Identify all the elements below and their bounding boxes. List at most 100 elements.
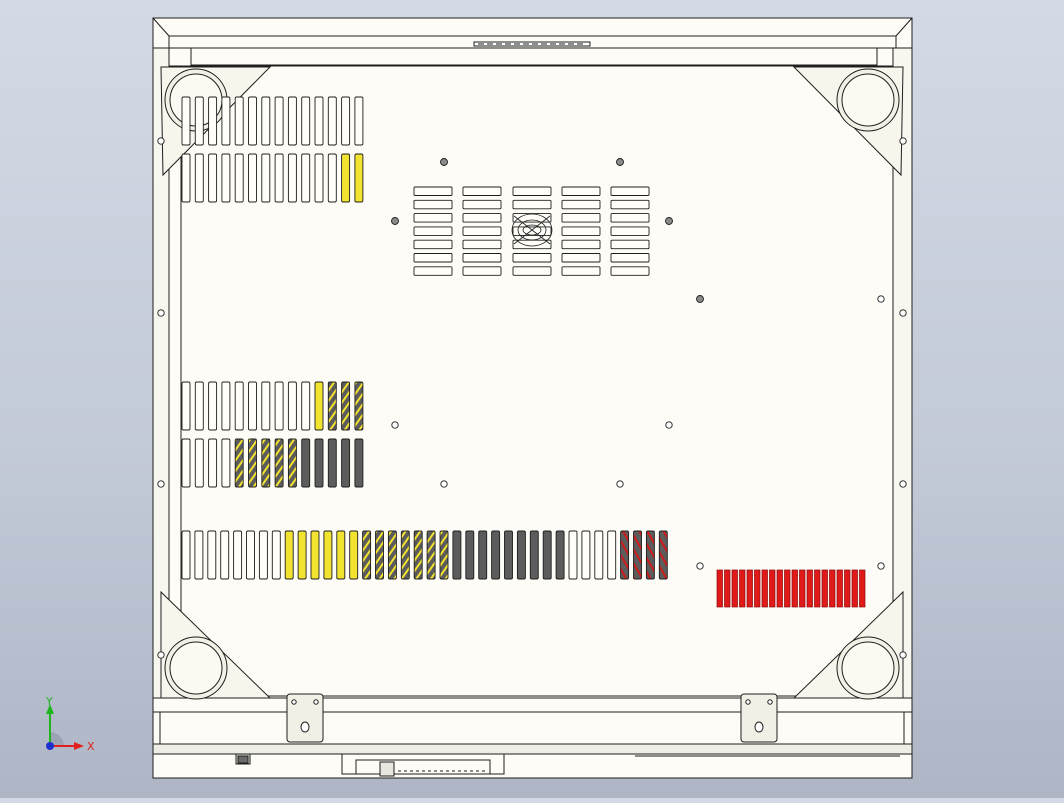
screw-hole: [877, 562, 885, 570]
vent-bottom-long-slot: [349, 530, 359, 580]
screw-hole: [440, 158, 448, 166]
vent-bottom-long-slot: [310, 530, 320, 580]
vent-mid-left-lower-slot: [274, 438, 284, 488]
vent-top-left-upper-slot: [181, 96, 191, 146]
fan-grille-slot: [610, 266, 650, 276]
vent-top-left-lower-slot: [274, 153, 284, 203]
screw-hole: [391, 217, 399, 225]
vent-top-left-upper-slot: [327, 96, 337, 146]
vent-red-grille-slot: [746, 569, 753, 608]
vent-bottom-long-slot: [233, 530, 243, 580]
vent-bottom-long-slot: [284, 530, 294, 580]
vent-top-left-upper-slot: [354, 96, 364, 146]
vent-top-left-upper-slot: [341, 96, 351, 146]
vent-top-left-upper-slot: [314, 96, 324, 146]
vent-red-grille-slot: [716, 569, 723, 608]
vent-top-left-lower-slot: [287, 153, 297, 203]
fan-grille-slot: [561, 253, 601, 263]
fan-grille-slot: [610, 226, 650, 236]
vent-bottom-long-slot: [297, 530, 307, 580]
vent-bottom-long-slot: [181, 530, 191, 580]
vent-top-left-upper-slot: [234, 96, 244, 146]
hinge-bracket-right-hole: [745, 699, 751, 705]
vent-bottom-long-slot: [633, 530, 642, 580]
hinge-bracket-right: [740, 693, 778, 743]
vent-mid-left-upper-slot: [234, 381, 244, 431]
vent-bottom-long-slot: [271, 530, 281, 580]
vent-bottom-long-slot: [542, 530, 552, 580]
vent-top-left-upper-slot: [261, 96, 271, 146]
vent-bottom-long-slot: [658, 530, 668, 580]
hinge-bracket-right-hole: [767, 699, 773, 705]
coordinate-triad: Y X: [45, 696, 95, 753]
screw-hole: [899, 651, 907, 659]
vent-top-left-lower-slot: [248, 153, 257, 203]
vent-top-left-lower-slot: [261, 153, 271, 203]
vent-bottom-long-slot: [413, 530, 423, 580]
vent-bottom-long-slot: [555, 530, 565, 580]
vent-top-left-lower-slot: [327, 153, 337, 203]
z-axis-origin: [46, 742, 54, 750]
chassis-model: [152, 17, 913, 779]
vent-red-grille-slot: [784, 569, 791, 608]
vent-mid-left-upper-slot: [181, 381, 191, 431]
vent-bottom-long-slot: [220, 530, 230, 580]
vent-mid-left-upper-slot: [274, 381, 284, 431]
screw-hole: [696, 295, 704, 303]
top-rail: [190, 47, 878, 66]
screw-hole: [696, 562, 704, 570]
vent-mid-left-lower-slot: [301, 438, 311, 488]
vent-top-left-upper-slot: [287, 96, 297, 146]
vent-mid-left-lower-slot: [194, 438, 204, 488]
vent-top-left-upper-slot: [301, 96, 311, 146]
x-axis-arrow: [74, 742, 84, 750]
cad-viewport[interactable]: Y X: [0, 0, 1064, 798]
vent-top-left-upper-slot: [274, 96, 284, 146]
vent-bottom-long-slot: [323, 530, 333, 580]
fan-grille-slot: [610, 239, 650, 250]
screw-hole: [391, 421, 399, 429]
fan-grille-slot: [413, 266, 453, 276]
vent-bottom-long-slot: [529, 530, 539, 580]
foot-bottom-left-pad-inner: [169, 641, 223, 695]
vent-mid-left-upper-slot: [301, 381, 311, 431]
vent-mid-left-lower-slot: [208, 438, 218, 488]
vent-red-grille-slot: [731, 569, 738, 608]
vent-red-grille-slot: [851, 569, 858, 608]
foot-bottom-right-pad-inner: [841, 641, 895, 695]
hinge-bracket-left-slot: [300, 721, 310, 733]
fan-grille-slot: [561, 213, 601, 223]
fan-grille-slot: [610, 186, 650, 196]
fan-grille-slot: [512, 186, 552, 196]
vent-top-left-upper-slot: [194, 96, 204, 146]
vent-mid-left-lower-slot: [327, 438, 337, 488]
fan-grille-slot: [462, 253, 502, 263]
fan-grille-slot: [561, 226, 601, 236]
fan-grille-slot: [561, 186, 601, 196]
vent-bottom-long-slot: [607, 530, 617, 580]
vent-top-left-lower-slot: [234, 153, 244, 203]
vent-mid-left-upper-slot: [194, 381, 204, 431]
vent-mid-left-lower-slot: [181, 438, 191, 488]
vent-top-left-lower-slot: [181, 153, 191, 203]
vent-top-left-lower-slot: [354, 153, 364, 203]
fan-grille-slot: [610, 253, 650, 263]
vent-mid-left-lower-slot: [261, 438, 271, 488]
screw-hole: [157, 651, 165, 659]
screw-hole: [616, 480, 624, 488]
hinge-bracket-left-hole: [291, 699, 297, 705]
fan-grille-slot: [462, 186, 502, 196]
fan-grille-slot: [561, 266, 601, 276]
vent-red-grille-slot: [776, 569, 783, 608]
x-axis-label: X: [87, 740, 95, 753]
vent-mid-left-upper-slot: [248, 381, 257, 431]
vent-bottom-long-slot: [478, 530, 488, 580]
vent-red-grille-slot: [754, 569, 761, 608]
vent-top-left-lower-slot: [301, 153, 311, 203]
vent-bottom-long-slot: [581, 530, 591, 580]
vent-bottom-long-slot: [516, 530, 526, 580]
vent-bottom-long-slot: [207, 530, 217, 580]
vent-bottom-long-slot: [426, 530, 436, 580]
screw-hole: [877, 295, 885, 303]
screw-hole: [616, 158, 624, 166]
